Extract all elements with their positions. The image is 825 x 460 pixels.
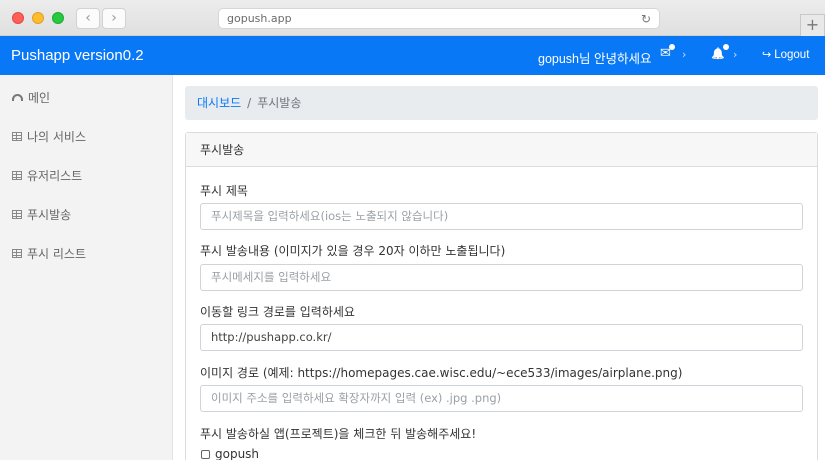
sidebar-item-push-list[interactable]: 푸시 리스트 <box>12 245 86 262</box>
sidebar-item-label: 유저리스트 <box>27 169 83 183</box>
breadcrumb-current: 푸시발송 <box>257 96 302 110</box>
top-navbar: Pushapp version0.2 gopush님 안녕하세요 ✉ › 🔔 ›… <box>0 36 825 75</box>
sidebar-item-my-services[interactable]: 나의 서비스 <box>12 128 86 145</box>
minimize-window-button[interactable] <box>32 12 44 24</box>
sidebar-item-label: 푸시 리스트 <box>27 247 87 261</box>
table-icon <box>12 249 22 258</box>
close-window-button[interactable] <box>12 12 24 24</box>
image-path-input[interactable]: 이미지 주소를 입력하세요 확장자까지 입력 (ex) .jpg .png) <box>200 385 803 412</box>
alerts-dropdown[interactable]: 🔔 <box>711 44 729 61</box>
back-button[interactable]: ‹ <box>76 8 100 29</box>
brand-title[interactable]: Pushapp version0.2 <box>11 47 144 64</box>
breadcrumb: 대시보드 / 푸시발송 <box>185 86 818 120</box>
table-icon <box>12 132 22 141</box>
bell-icon: 🔔 <box>711 47 725 60</box>
sidebar-item-user-list[interactable]: 유저리스트 <box>12 167 82 184</box>
notification-dot <box>722 44 729 50</box>
link-path-input[interactable]: http://pushapp.co.kr/ <box>200 324 803 351</box>
reload-icon[interactable]: ↻ <box>641 10 651 29</box>
address-text: gopush.app <box>227 12 292 25</box>
sidebar-item-label: 나의 서비스 <box>27 130 87 144</box>
breadcrumb-dashboard-link[interactable]: 대시보드 <box>197 96 241 110</box>
sign-out-icon: ↪ <box>762 49 772 61</box>
sidebar-item-push-send[interactable]: 푸시발송 <box>12 206 71 223</box>
messages-dropdown[interactable]: ✉ <box>660 44 675 61</box>
zoom-window-button[interactable] <box>52 12 64 24</box>
sidebar-item-label: 메인 <box>28 91 51 105</box>
app-checkbox-label: gopush <box>215 447 260 460</box>
push-title-label: 푸시 제목 <box>200 184 248 198</box>
link-path-label: 이동할 링크 경로를 입력하세요 <box>200 305 355 319</box>
browser-chrome: ‹ › gopush.app ↻ + <box>0 0 825 36</box>
push-title-input[interactable]: 푸시제목을 입력하세요(ios는 노출되지 않습니다) <box>200 203 803 230</box>
user-greeting: gopush님 안녕하세요 <box>538 52 652 66</box>
sidebar: 메인 나의 서비스 유저리스트 푸시발송 푸시 리스트 <box>0 75 173 460</box>
chevron-right-icon: › <box>682 48 687 61</box>
table-icon <box>12 210 22 219</box>
app-checkbox-gopush[interactable]: gopush <box>201 447 259 460</box>
dashboard-gauge-icon <box>12 94 23 101</box>
sidebar-item-label: 푸시발송 <box>27 208 72 222</box>
chevron-right-icon: › <box>733 48 738 61</box>
push-message-label: 푸시 발송내용 (이미지가 있을 경우 20자 이하만 노출됩니다) <box>200 244 506 258</box>
address-bar[interactable]: gopush.app ↻ <box>218 8 660 29</box>
forward-button[interactable]: › <box>102 8 126 29</box>
new-tab-button[interactable]: + <box>800 14 825 36</box>
apps-select-label: 푸시 발송하실 앱(프로젝트)을 체크한 뒤 발송해주세요! <box>200 427 477 441</box>
checkbox[interactable] <box>201 449 210 459</box>
image-path-label: 이미지 경로 (예제: https://homepages.cae.wisc.e… <box>200 366 683 380</box>
notification-dot <box>668 44 675 50</box>
push-message-input[interactable]: 푸시메세지를 입력하세요 <box>200 264 803 291</box>
table-icon <box>12 171 22 180</box>
breadcrumb-separator: / <box>247 96 252 110</box>
sidebar-item-main[interactable]: 메인 <box>12 89 50 106</box>
card-title: 푸시발송 <box>186 133 817 167</box>
logout-button[interactable]: ↪ Logout <box>762 48 809 61</box>
logout-label: Logout <box>774 49 810 61</box>
